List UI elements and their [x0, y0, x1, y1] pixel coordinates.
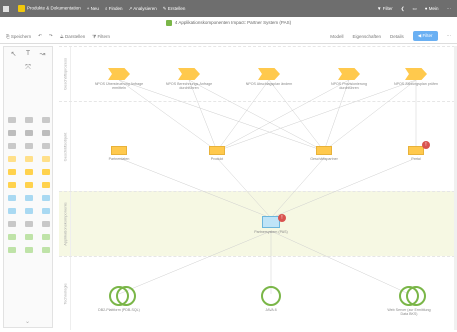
technology-node-1[interactable]: DB2-Plattform (PDB-SQL): [94, 286, 144, 312]
palette-shape-20[interactable]: [24, 195, 33, 201]
process-node-4[interactable]: NPOS Provisionierung durchführen: [324, 68, 374, 91]
palette-shape-6[interactable]: [41, 130, 50, 136]
palette-shape-13[interactable]: [8, 169, 17, 175]
nav-item-products[interactable]: Produkte & Dokumentation: [18, 5, 81, 12]
palette-shape-12[interactable]: [41, 156, 50, 162]
palette-shape-26[interactable]: [24, 221, 33, 227]
node-icon: [399, 286, 426, 306]
palette-shape-25[interactable]: [8, 221, 17, 227]
filter-button[interactable]: ▼ Filter: [377, 6, 393, 11]
palette-shape-14[interactable]: [24, 169, 33, 175]
palette-shape-31[interactable]: [8, 247, 17, 253]
display-button[interactable]: ⟁ Darstellen: [60, 34, 86, 39]
process-node-3[interactable]: NPOS Abschlagsplan ändern: [244, 68, 294, 86]
technology-node-2[interactable]: JAVA 8: [246, 286, 296, 312]
object-node-3[interactable]: Geschäftspartner: [299, 146, 349, 161]
palette-shape-22[interactable]: [8, 208, 17, 214]
top-navigation-bar: Produkte & Dokumentation + Neu ⌕ Finden …: [0, 0, 457, 17]
warning-badge[interactable]: !: [422, 141, 430, 149]
palette-shape-27[interactable]: [41, 221, 50, 227]
business-object-icon: [209, 146, 225, 155]
technology-node-3[interactable]: Web Server (zur Ermittlung Data BKS): [384, 286, 434, 317]
palette-shape-2[interactable]: [24, 117, 33, 123]
undo-icon[interactable]: ↶: [38, 33, 42, 39]
toolbar: ⎘ Speichern ↶ ↷ ⟁ Darstellen ⧩ Filtern M…: [0, 29, 457, 44]
process-arrow-icon: [258, 68, 280, 80]
redo-icon[interactable]: ↷: [49, 33, 53, 39]
palette-shape-10[interactable]: [8, 156, 17, 162]
node-icon: [109, 286, 136, 306]
palette-shape-30[interactable]: [41, 234, 50, 240]
application-node[interactable]: Partnersystem (PAS) !: [246, 214, 296, 234]
palette-shape-8[interactable]: [24, 143, 33, 149]
select-tool-icon[interactable]: ↖: [11, 50, 17, 58]
palette-shape-9[interactable]: [41, 143, 50, 149]
business-object-icon: [316, 146, 332, 155]
palette-shape-3[interactable]: [41, 117, 50, 123]
profile-button[interactable]: ● Mein: [425, 6, 439, 11]
window-icon[interactable]: ▭: [413, 6, 417, 12]
model-button[interactable]: Modell: [330, 34, 343, 39]
palette-shape-17[interactable]: [24, 182, 33, 188]
connector-tool-icon[interactable]: ↝: [39, 50, 45, 58]
app-logo[interactable]: [3, 5, 9, 12]
object-node-4[interactable]: Portal !: [391, 141, 441, 161]
process-arrow-icon: [338, 68, 360, 80]
process-node-1[interactable]: NPOS Übersteuerung Anfrage ermitteln: [94, 68, 144, 91]
properties-button[interactable]: Eigenschaften: [352, 34, 381, 39]
process-arrow-icon: [108, 68, 130, 80]
palette-shape-1[interactable]: [8, 117, 17, 123]
palette-shape-28[interactable]: [8, 234, 17, 240]
palette-grid: [4, 117, 54, 253]
palette-shape-19[interactable]: [8, 195, 17, 201]
view-title: 4 Applikationskomponenten Impact: Partne…: [174, 20, 292, 25]
process-node-5[interactable]: NPOS Zahlungsplan prüfen: [391, 68, 441, 86]
shape-palette: ↖ T ↝ ⤧ ⌄: [3, 46, 53, 328]
system-software-icon: [261, 286, 281, 306]
more-icon[interactable]: ⋯: [447, 6, 452, 12]
fit-tool-icon[interactable]: ⤧: [25, 64, 31, 72]
palette-shape-4[interactable]: [8, 130, 17, 136]
process-arrow-icon: [178, 68, 200, 80]
palette-shape-16[interactable]: [8, 182, 17, 188]
palette-expand-icon[interactable]: ⌄: [25, 318, 30, 325]
palette-shape-24[interactable]: [41, 208, 50, 214]
nav-item-find[interactable]: ⌕ Finden: [105, 6, 123, 11]
process-arrow-icon: [405, 68, 427, 80]
nav-item-analyze[interactable]: ↗ Analysieren: [128, 6, 156, 12]
process-node-2[interactable]: NPOS Berechnungs-Anfrage durchführen: [164, 68, 214, 91]
palette-shape-18[interactable]: [41, 182, 50, 188]
palette-shape-15[interactable]: [41, 169, 50, 175]
products-icon: [18, 5, 25, 12]
object-node-1[interactable]: Partnerdaten: [94, 146, 144, 161]
view-icon: [165, 19, 172, 26]
business-object-icon: [408, 146, 424, 155]
filter-button-toolbar[interactable]: ⧩ Filtern: [92, 34, 110, 39]
breadcrumb: 4 Applikationskomponenten Impact: Partne…: [0, 17, 457, 28]
warning-badge[interactable]: !: [278, 214, 286, 222]
palette-shape-5[interactable]: [24, 130, 33, 136]
business-object-icon: [111, 146, 127, 155]
save-button[interactable]: ⎘ Speichern: [6, 34, 31, 39]
object-node-2[interactable]: Produkt: [192, 146, 242, 161]
palette-shape-29[interactable]: [24, 234, 33, 240]
nav-item-create[interactable]: ✎ Erstellen: [163, 6, 186, 12]
palette-shape-32[interactable]: [24, 247, 33, 253]
nav-item-new[interactable]: + Neu: [87, 6, 99, 11]
filter-toggle-button[interactable]: ◀ Filter: [412, 31, 438, 41]
diagram-canvas[interactable]: Geschäftsprozess Geschäftsobjekt Applika…: [59, 46, 455, 330]
back-icon[interactable]: ❮: [401, 6, 405, 12]
details-button[interactable]: Details: [390, 34, 404, 39]
palette-shape-7[interactable]: [8, 143, 17, 149]
palette-shape-21[interactable]: [41, 195, 50, 201]
more-options-icon[interactable]: ⋯: [447, 33, 452, 39]
palette-shape-23[interactable]: [24, 208, 33, 214]
palette-shape-33[interactable]: [41, 247, 50, 253]
text-tool-icon[interactable]: T: [26, 50, 30, 58]
palette-shape-11[interactable]: [24, 156, 33, 162]
